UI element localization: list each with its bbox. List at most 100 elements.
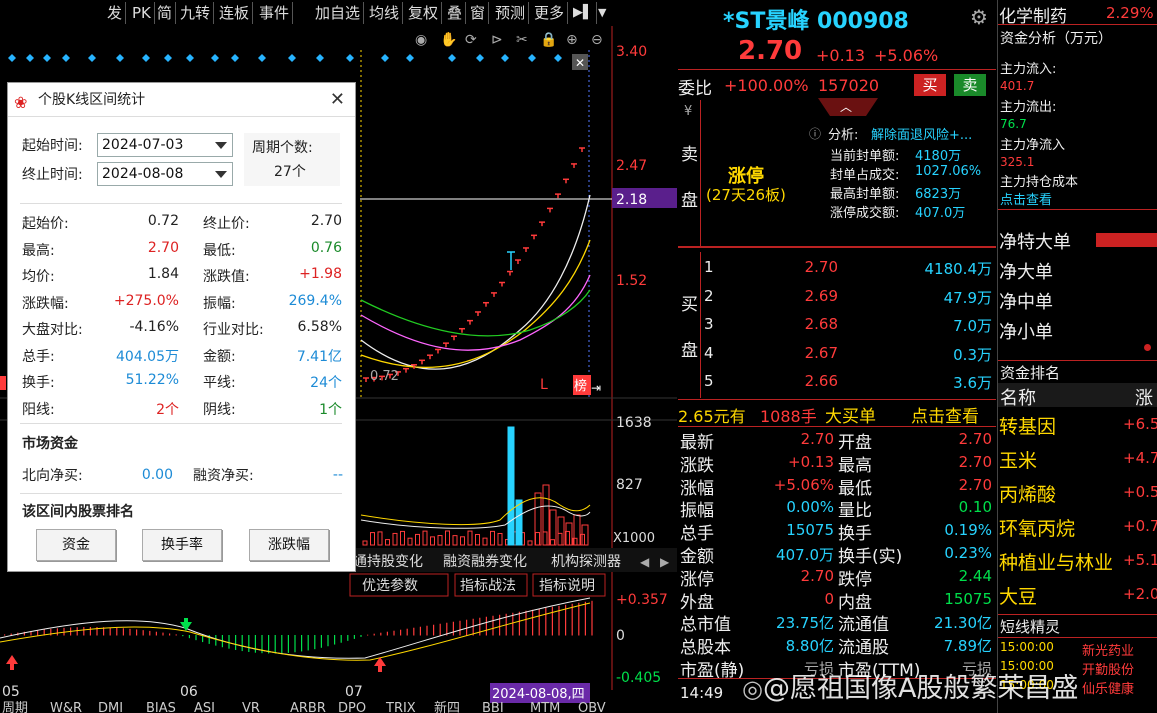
start-date-select[interactable]: 2024-07-03 xyxy=(97,133,233,157)
sell-button[interactable]: 卖 xyxy=(954,74,986,96)
news-stock[interactable]: 新光药业 xyxy=(1082,640,1134,659)
toolbar-item-junxian[interactable]: 均线 xyxy=(366,2,404,24)
field-label: 换手(实) xyxy=(838,547,903,567)
macd-bar xyxy=(499,614,501,636)
indicator-tab[interactable]: 周期 xyxy=(2,701,28,713)
tab-next-icon[interactable]: ▶ xyxy=(660,555,670,569)
seal-value: 407.0万 xyxy=(915,206,966,221)
tab-margin[interactable]: 融资融券变化 xyxy=(443,554,527,570)
field-value: 8.80亿 xyxy=(785,637,834,656)
stat-label: 阳线: xyxy=(22,401,55,418)
market-funds-heading: 市场资金 xyxy=(22,436,78,452)
tab-institution[interactable]: 机构探测器 xyxy=(551,554,621,570)
scissors-icon[interactable]: ✂ xyxy=(516,32,528,48)
diamond-marker xyxy=(8,54,16,62)
indicator-tab[interactable]: DMI xyxy=(98,701,123,713)
indicator-tab[interactable]: BBI xyxy=(482,701,504,713)
replay-icon[interactable]: ⟳ xyxy=(465,32,477,48)
indicator-help-button[interactable]: 指标说明 xyxy=(539,578,595,594)
rank-name[interactable]: 环氧丙烷 xyxy=(999,514,1075,541)
rank-turnover-button[interactable]: 换手率 xyxy=(142,529,222,561)
indicator-tab[interactable]: TRIX xyxy=(385,701,416,713)
volume-bar xyxy=(430,536,435,546)
field-value: +5.06% xyxy=(773,475,834,494)
rank-name[interactable]: 玉米 xyxy=(999,446,1037,473)
toolbar-dropdown-icon[interactable]: ▼ xyxy=(595,2,609,24)
lock-icon[interactable]: 🔒 xyxy=(540,32,557,48)
field-value: 15075 xyxy=(944,589,992,608)
macd-bar xyxy=(380,632,382,636)
toolbar-item-pk[interactable]: PK xyxy=(129,2,155,24)
rank-change-button[interactable]: 涨跌幅 xyxy=(249,529,329,561)
toolbar-item-fa[interactable]: 发 xyxy=(104,2,127,24)
gear-icon[interactable]: ⚙ xyxy=(970,5,988,29)
buy-side-label: 买 xyxy=(681,295,698,315)
buy-button[interactable]: 买 xyxy=(914,74,946,96)
toolbar-item-yuce[interactable]: 预测 xyxy=(492,2,530,24)
info-icon[interactable]: ⓘ xyxy=(809,125,821,142)
stat-value: 2.70 xyxy=(310,213,342,229)
rank-name[interactable]: 大豆 xyxy=(999,582,1037,609)
indicator-tab[interactable]: ARBR xyxy=(290,701,326,713)
indicator-tab[interactable]: DPO xyxy=(338,701,366,713)
end-date-select[interactable]: 2024-08-08 xyxy=(97,162,233,186)
hand-icon[interactable]: ✋ xyxy=(440,31,457,48)
dialog-title-bar[interactable]: ❀ 个股K线区间统计 ✕ xyxy=(8,83,355,117)
stat-value: +1.98 xyxy=(299,266,342,282)
tab-prev-icon[interactable]: ◀ xyxy=(640,555,650,569)
field-label: 流通股 xyxy=(838,638,889,659)
bid-level: 2 xyxy=(704,286,714,305)
macd-bar xyxy=(551,606,553,636)
rank-fund-button[interactable]: 资金 xyxy=(36,529,116,561)
play-icon[interactable]: ▶▌ xyxy=(570,2,597,24)
toolbar-item-jian[interactable]: 简 xyxy=(154,2,177,24)
toolbar-item-jiuzhuan[interactable]: 九转 xyxy=(177,2,215,24)
macd-bar xyxy=(320,635,322,648)
toolbar-item-fuquan[interactable]: 复权 xyxy=(405,2,443,24)
indicator-tab[interactable]: VR xyxy=(242,701,260,713)
toolbar-item-chuang[interactable]: 窗 xyxy=(467,2,490,24)
news-stock[interactable]: 仙乐健康 xyxy=(1082,678,1134,697)
indicator-strategy-button[interactable]: 指标战法 xyxy=(460,578,516,594)
rank-head-name[interactable]: 名称 xyxy=(1000,384,1036,410)
zoom-in-icon[interactable]: ⊕ xyxy=(566,32,578,48)
zoom-out-icon[interactable]: ⊖ xyxy=(591,32,603,48)
volume-bar xyxy=(542,531,548,546)
step-icon[interactable]: ⊳ xyxy=(491,32,503,48)
diamond-marker xyxy=(501,54,509,62)
sell-side-label: 盘 xyxy=(681,191,698,211)
indicator-tab[interactable]: MTM xyxy=(530,701,560,713)
stat-label: 行业对比: xyxy=(203,322,264,338)
volume-bar xyxy=(377,531,383,546)
rank-pct: +2.0 xyxy=(1123,585,1157,603)
macd-bar xyxy=(518,611,520,636)
net-s-label: 净小单 xyxy=(999,322,1053,343)
rank-head-pct[interactable]: 涨 xyxy=(1135,384,1153,410)
hold-cost-link[interactable]: 点击查看 xyxy=(1000,189,1052,208)
rank-name[interactable]: 转基因 xyxy=(999,412,1056,439)
volume-bar xyxy=(452,535,458,546)
toolbar-item-more[interactable]: 更多 xyxy=(531,2,569,24)
news-stock[interactable]: 开勤股份 xyxy=(1082,659,1134,678)
tab-northbound[interactable]: 通持股变化 xyxy=(353,554,423,570)
indicator-tab[interactable]: OBV xyxy=(578,701,606,713)
indicator-tab[interactable]: W&R xyxy=(50,701,82,713)
optimal-params-button[interactable]: 优选参数 xyxy=(362,577,418,594)
stat-label: 换手: xyxy=(22,375,55,391)
rank-name[interactable]: 丙烯酸 xyxy=(999,480,1056,507)
indicator-tab[interactable]: BIAS xyxy=(146,701,176,713)
field-label: 内盘 xyxy=(838,592,872,613)
close-icon[interactable]: ✕ xyxy=(330,83,345,117)
macd-bar xyxy=(129,628,131,636)
toolbar-item-zixuan[interactable]: 加自选 xyxy=(312,2,365,24)
analysis-text[interactable]: 解除面退风险+... xyxy=(871,124,972,143)
toolbar-item-die[interactable]: 叠 xyxy=(444,2,467,24)
big-buy-link[interactable]: 点击查看 xyxy=(911,402,979,427)
toolbar-item-shijian[interactable]: 事件 xyxy=(256,2,294,24)
expand-icon[interactable]: ⇥ xyxy=(591,381,601,395)
indicator-tab[interactable]: ASI xyxy=(194,701,215,713)
indicator-tab[interactable]: 新四 xyxy=(434,700,460,713)
rank-name[interactable]: 种植业与林业 xyxy=(999,548,1113,575)
eye-icon[interactable]: ◉ xyxy=(415,32,427,48)
toolbar-item-lianban[interactable]: 连板 xyxy=(216,2,254,24)
